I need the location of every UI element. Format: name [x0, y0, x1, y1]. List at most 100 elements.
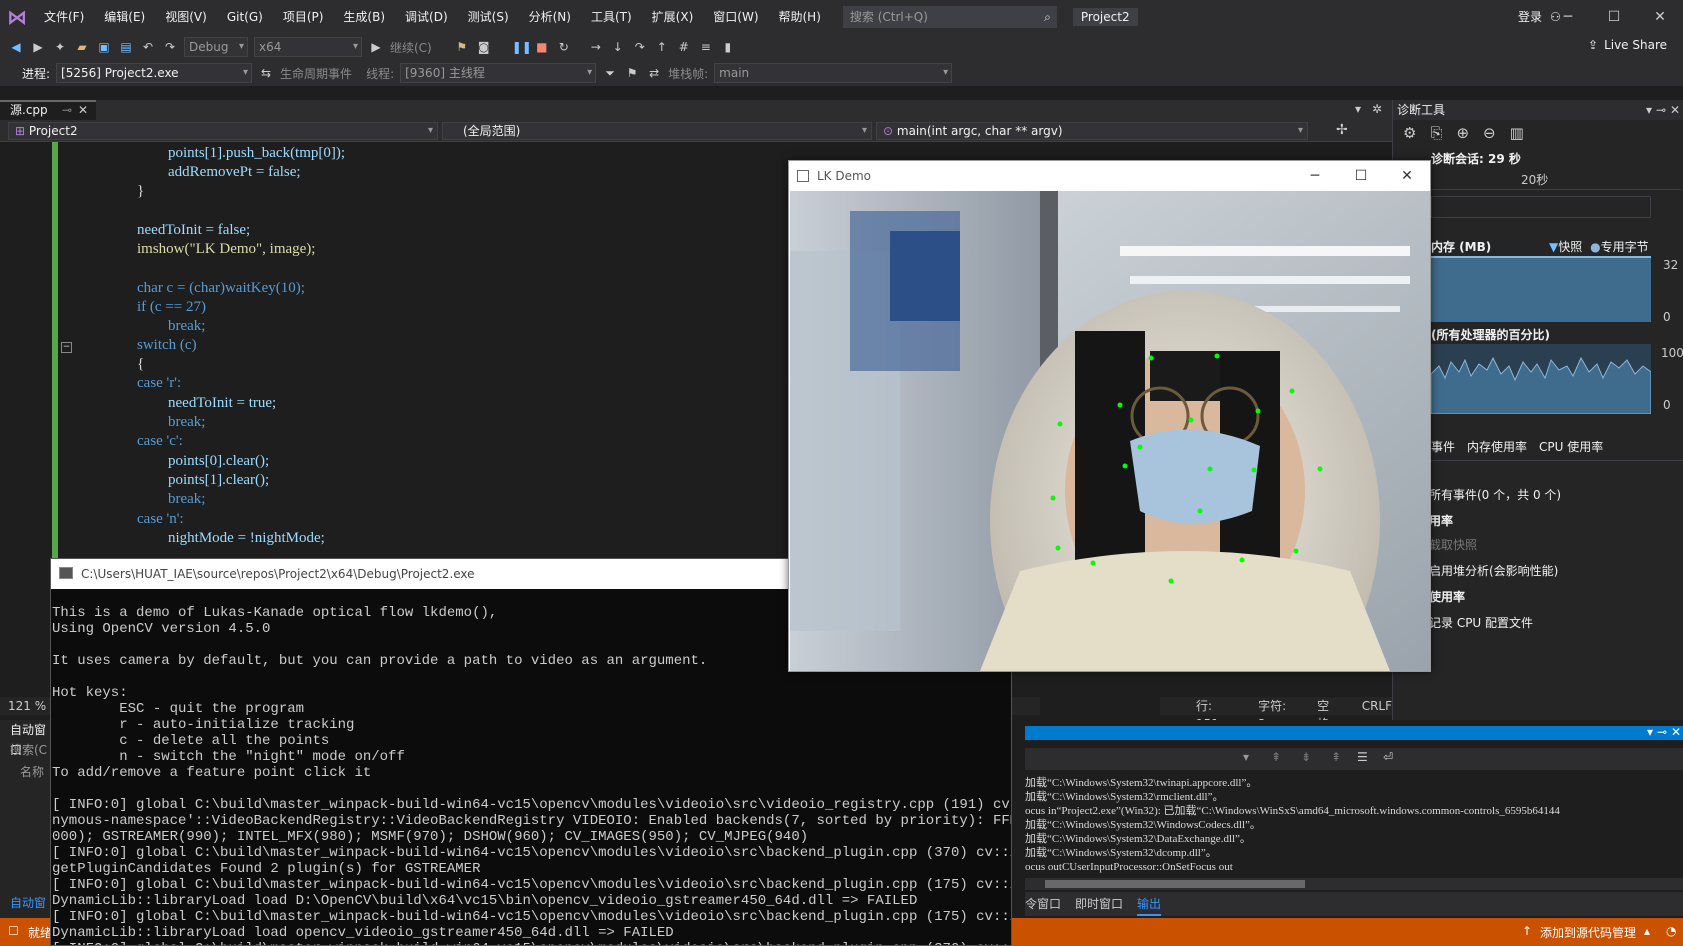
- stack-dropdown[interactable]: main: [714, 63, 953, 83]
- config-dropdown[interactable]: Debug: [184, 37, 248, 57]
- output-prev-icon[interactable]: ⇞: [1271, 750, 1281, 764]
- menu-item[interactable]: 项目(P): [273, 0, 334, 34]
- autos-tab[interactable]: 自动窗: [0, 894, 46, 911]
- redo-icon[interactable]: ↷: [162, 39, 178, 55]
- stop-icon[interactable]: ■: [534, 39, 550, 55]
- login-link[interactable]: 登录: [1518, 0, 1542, 34]
- heap-profiling-checkbox[interactable]: 启用堆分析(会影响性能): [1429, 562, 1558, 579]
- collapse-icon[interactable]: −: [61, 342, 72, 353]
- flag-icon[interactable]: ⚑: [624, 65, 640, 81]
- output-scrollbar[interactable]: [1025, 878, 1683, 890]
- platform-dropdown[interactable]: x64: [254, 37, 362, 57]
- autos-search[interactable]: 搜索(C: [0, 740, 50, 760]
- menu-item[interactable]: 帮助(H): [769, 0, 831, 34]
- search-icon[interactable]: ⌕: [1044, 7, 1051, 27]
- diag-settings-icon[interactable]: ⚙: [1403, 124, 1416, 142]
- show-next-icon[interactable]: →: [588, 39, 604, 55]
- live-share-button[interactable]: ⇪ Live Share: [1588, 38, 1667, 52]
- close-icon[interactable]: ✕: [1637, 9, 1683, 25]
- output-close-icon[interactable]: ✕: [1671, 725, 1681, 739]
- lifecycle-events[interactable]: 生命周期事件: [280, 65, 352, 82]
- output-tab[interactable]: 即时窗口: [1075, 892, 1123, 916]
- notification-icon[interactable]: ◔: [1666, 924, 1676, 938]
- process-dropdown[interactable]: [5256] Project2.exe: [56, 63, 253, 83]
- step-out-icon[interactable]: ↑: [654, 39, 670, 55]
- lk-title-bar[interactable]: LK Demo ─ ☐ ✕: [789, 161, 1430, 191]
- lk-minimize-icon[interactable]: ─: [1292, 161, 1338, 191]
- diag-tab[interactable]: 内存使用率: [1467, 438, 1527, 455]
- record-cpu-profile-button[interactable]: 记录 CPU 配置文件: [1429, 614, 1533, 631]
- project-dropdown[interactable]: ⊞ Project2: [8, 122, 438, 140]
- output-clear-icon[interactable]: ☰: [1357, 750, 1368, 764]
- restart-icon[interactable]: ↻: [556, 39, 572, 55]
- menu-item[interactable]: 测试(S): [458, 0, 519, 34]
- output-tab[interactable]: 令窗口: [1025, 892, 1061, 916]
- diag-pin-icon[interactable]: ⊸: [1656, 100, 1666, 120]
- diag-export-icon[interactable]: ⎘: [1430, 124, 1442, 142]
- menu-item[interactable]: 视图(V): [155, 0, 217, 34]
- diag-zoom-in-icon[interactable]: ⊕: [1456, 124, 1469, 142]
- step-over-icon[interactable]: ↷: [632, 39, 648, 55]
- diag-close-icon[interactable]: ✕: [1670, 100, 1680, 120]
- settings-icon[interactable]: ✲: [1372, 102, 1382, 116]
- new-project-icon[interactable]: ✦: [52, 39, 68, 55]
- output-dropdown-icon[interactable]: ▾: [1647, 725, 1653, 739]
- tab-source-cpp[interactable]: 源.cpp ⊸ ✕: [0, 100, 96, 120]
- status-up-icon[interactable]: ▴: [1644, 924, 1650, 938]
- thread-icon[interactable]: ≡: [698, 39, 714, 55]
- forward-icon[interactable]: ▶: [30, 39, 46, 55]
- save-all-icon[interactable]: ▤: [118, 39, 134, 55]
- whitespace-mode[interactable]: 空格: [1317, 697, 1340, 731]
- output-source-dropdown-icon[interactable]: ▾: [1243, 750, 1249, 764]
- output-tab[interactable]: 输出: [1137, 892, 1162, 916]
- hex-icon[interactable]: #: [676, 39, 692, 55]
- menu-item[interactable]: 窗口(W): [703, 0, 768, 34]
- save-icon[interactable]: ▣: [96, 39, 112, 55]
- diag-chart-icon[interactable]: ▥: [1510, 124, 1524, 142]
- pause-icon[interactable]: ❚❚: [512, 39, 532, 55]
- play-icon[interactable]: ▶: [368, 39, 384, 55]
- switch-icon[interactable]: ⇄: [646, 65, 662, 81]
- tab-list-icon[interactable]: ▾: [1355, 102, 1361, 116]
- diag-zoom-out-icon[interactable]: ⊖: [1483, 124, 1496, 142]
- split-icon[interactable]: ✢: [1336, 122, 1348, 138]
- pin-icon[interactable]: ⊸: [62, 102, 72, 119]
- output-next-icon[interactable]: ⇟: [1301, 750, 1311, 764]
- tab-close-icon[interactable]: ✕: [78, 102, 88, 119]
- undo-icon[interactable]: ↶: [140, 39, 156, 55]
- filter-icon[interactable]: ⏷: [602, 65, 618, 81]
- search-input[interactable]: 搜索 (Ctrl+Q) ⌕: [842, 6, 1057, 28]
- menu-item[interactable]: 调试(D): [395, 0, 458, 34]
- lifecycle-icon[interactable]: ⇆: [258, 65, 274, 81]
- output-sort-icon[interactable]: ⇞: [1331, 750, 1341, 764]
- lk-close-icon[interactable]: ✕: [1384, 161, 1430, 191]
- menu-item[interactable]: 分析(N): [519, 0, 581, 34]
- zoom-level[interactable]: 121 %: [8, 699, 46, 713]
- function-dropdown[interactable]: ⊙ main(int argc, char ** argv): [876, 122, 1308, 140]
- menu-item[interactable]: 编辑(E): [94, 0, 155, 34]
- scope-dropdown[interactable]: (全局范围): [442, 122, 872, 140]
- output-wrap-icon[interactable]: ⏎: [1383, 750, 1393, 764]
- add-to-source-control[interactable]: 添加到源代码管理: [1540, 924, 1636, 941]
- thread-dropdown[interactable]: [9360] 主线程: [400, 63, 597, 83]
- step-into-icon[interactable]: ↓: [610, 39, 626, 55]
- menu-item[interactable]: Git(G): [217, 0, 273, 34]
- open-file-icon[interactable]: ▰: [74, 39, 90, 55]
- camera-image[interactable]: [790, 191, 1430, 671]
- attach-icon[interactable]: ⚑: [454, 39, 470, 55]
- output-pin-icon[interactable]: ⊸: [1657, 725, 1667, 739]
- diag-tab[interactable]: 事件: [1431, 438, 1455, 455]
- diag-dropdown-icon[interactable]: ▾: [1646, 100, 1652, 120]
- line-ending[interactable]: CRLF: [1362, 697, 1392, 715]
- screenshot-icon[interactable]: ◙: [476, 39, 492, 55]
- menu-item[interactable]: 生成(B): [333, 0, 395, 34]
- diag-tab[interactable]: CPU 使用率: [1539, 438, 1603, 455]
- continue-button[interactable]: 继续(C): [390, 39, 432, 56]
- menu-item[interactable]: 文件(F): [34, 0, 94, 34]
- minimize-icon[interactable]: ─: [1545, 9, 1591, 25]
- take-snapshot-button[interactable]: 截取快照: [1429, 536, 1477, 553]
- maximize-icon[interactable]: ☐: [1591, 9, 1637, 25]
- back-icon[interactable]: ◀: [8, 39, 24, 55]
- lk-maximize-icon[interactable]: ☐: [1338, 161, 1384, 191]
- menu-item[interactable]: 扩展(X): [642, 0, 704, 34]
